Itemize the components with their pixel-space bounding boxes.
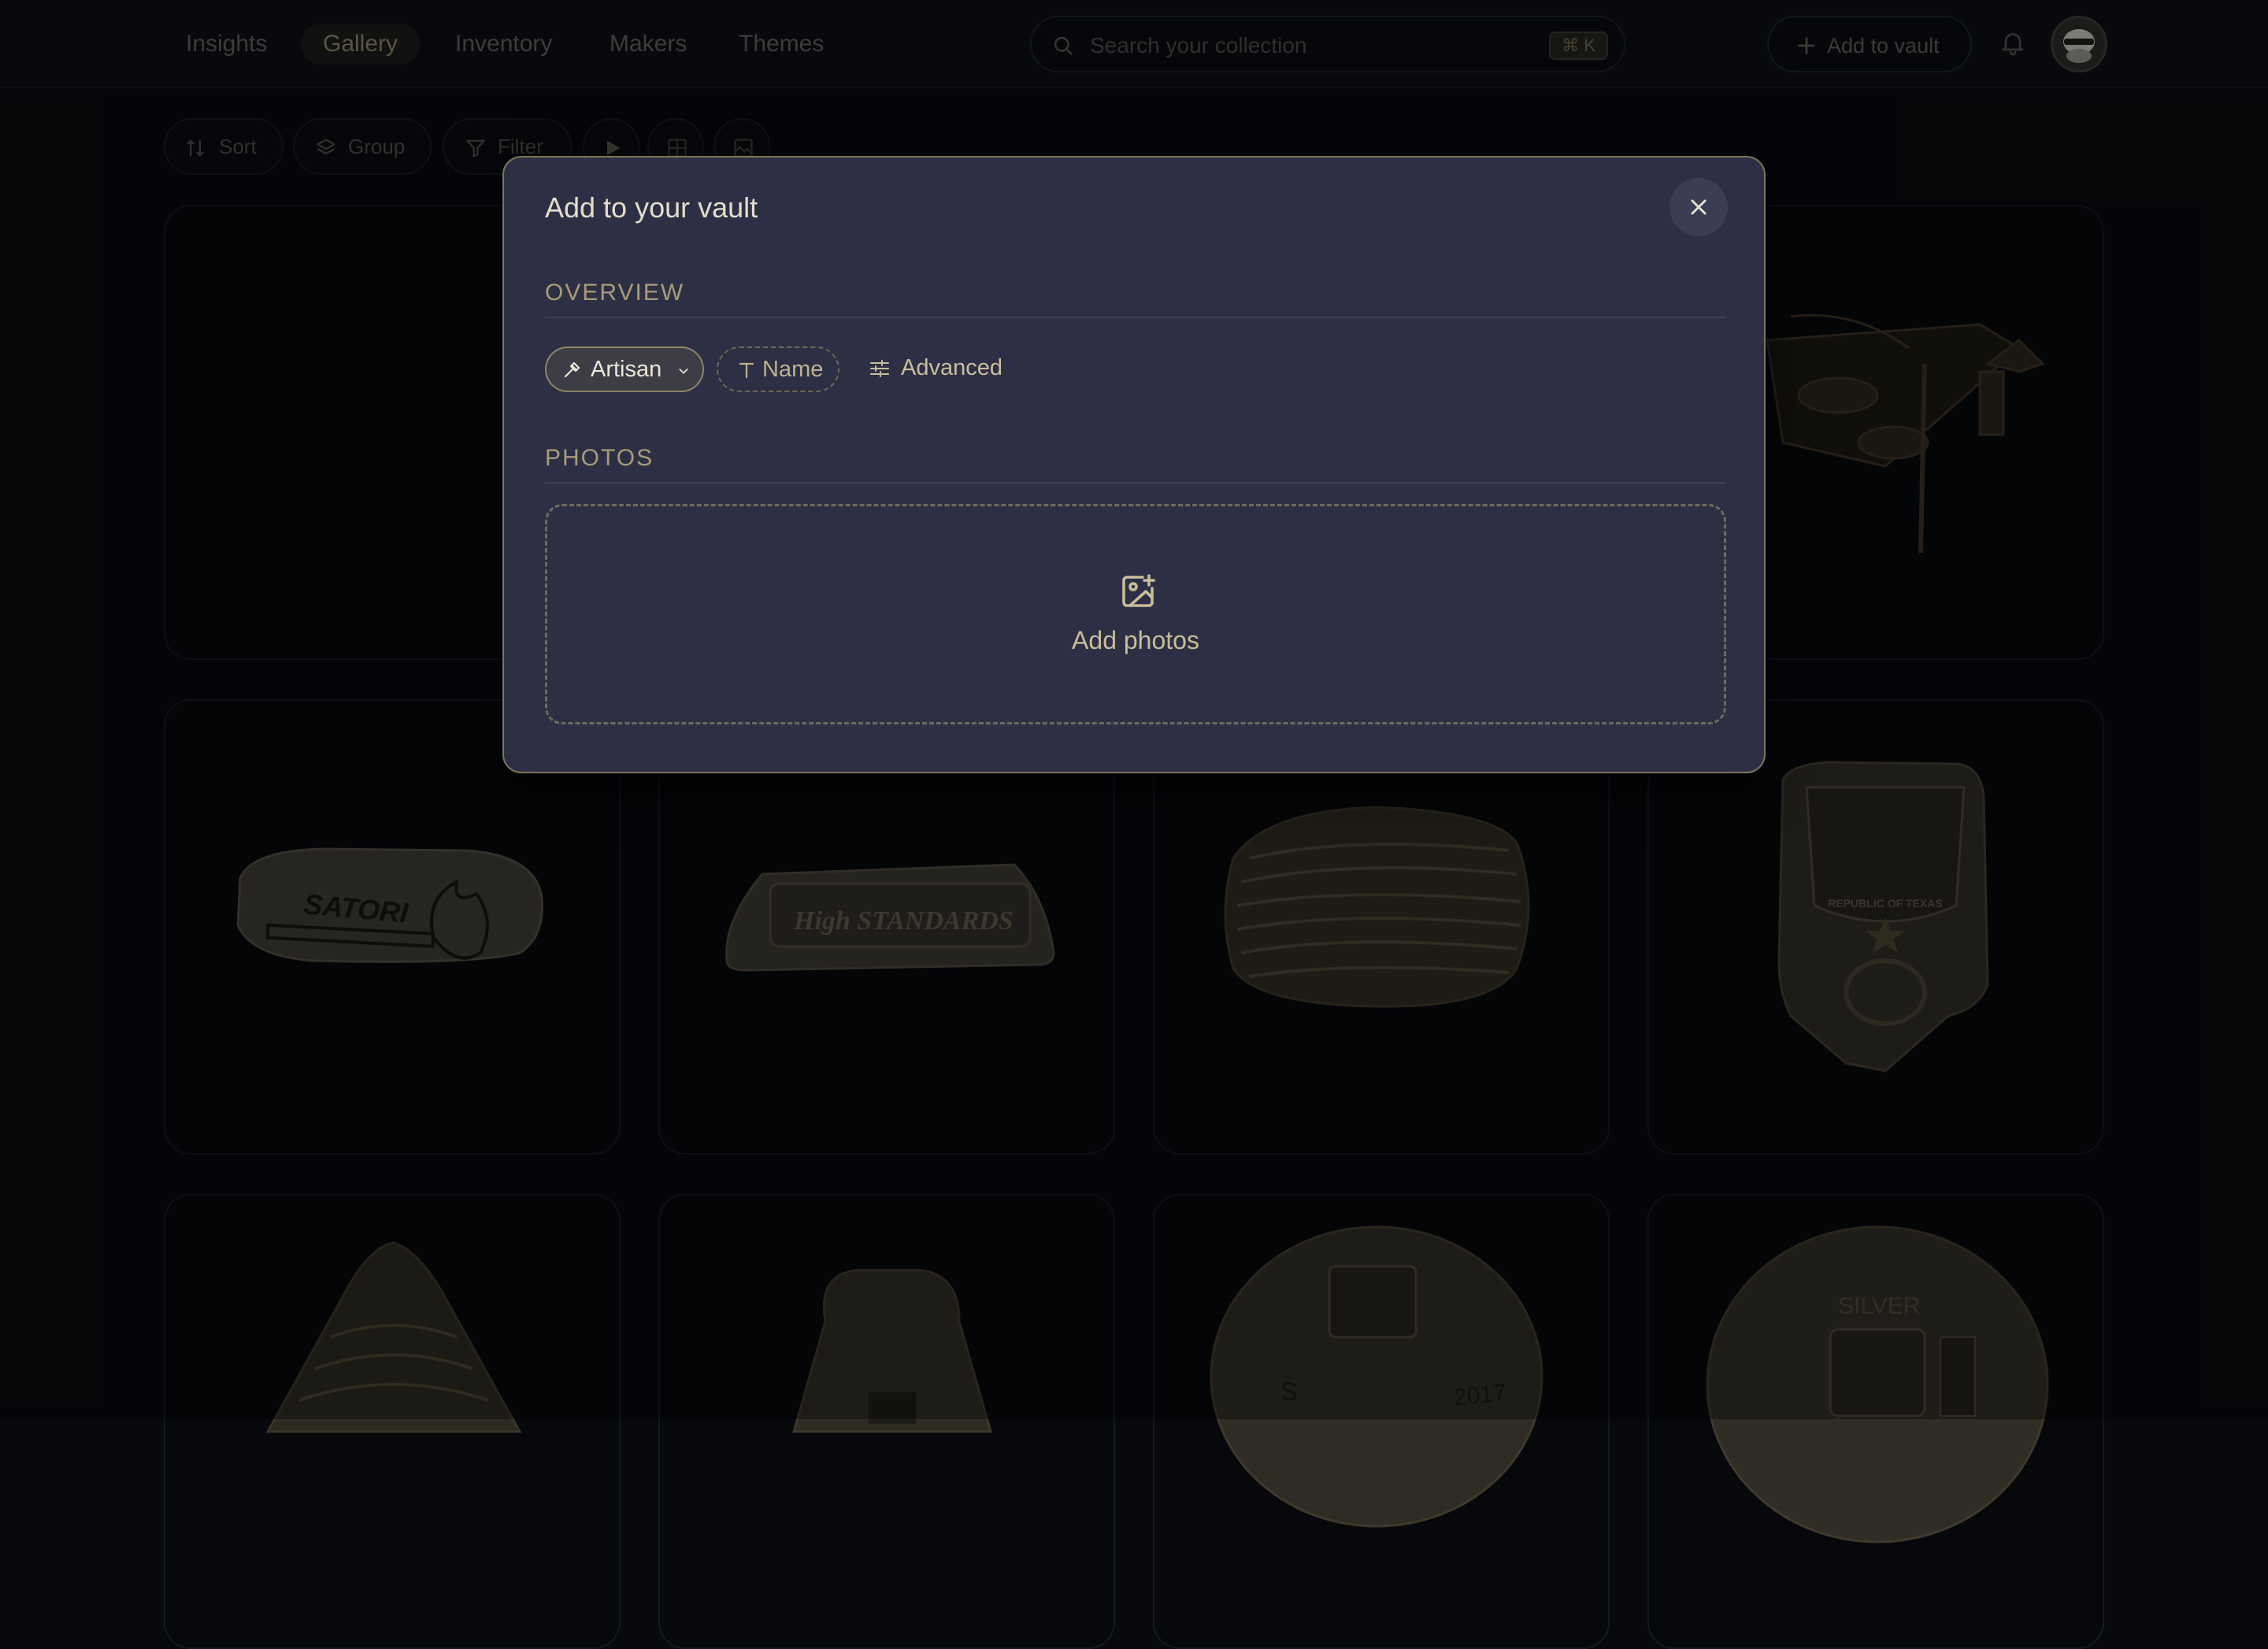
artisan-chip[interactable]: Artisan xyxy=(545,346,704,392)
photo-dropzone[interactable]: Add photos xyxy=(545,504,1726,724)
sliders-icon xyxy=(870,360,889,377)
close-icon xyxy=(1691,199,1707,215)
close-button[interactable] xyxy=(1670,178,1728,236)
hammer-icon xyxy=(564,361,580,378)
text-icon xyxy=(739,362,754,379)
add-to-vault-modal: Add to your vault OVERVIEW Artisan Name … xyxy=(502,156,1766,773)
photos-divider xyxy=(545,482,1726,484)
overview-divider xyxy=(545,317,1726,318)
artisan-chip-label: Artisan xyxy=(591,357,662,382)
app-root: Insights Gallery Inventory Makers Themes… xyxy=(0,0,2268,1649)
image-plus-icon xyxy=(1122,574,1155,607)
chevron-down-icon xyxy=(679,369,688,374)
modal-title: Add to your vault xyxy=(545,191,758,224)
name-chip-label: Name xyxy=(762,357,824,382)
advanced-label: Advanced xyxy=(901,355,1002,380)
photos-section-label: PHOTOS xyxy=(545,445,654,471)
add-photos-label: Add photos xyxy=(1072,626,1199,654)
name-chip[interactable]: Name xyxy=(717,346,839,392)
overview-section-label: OVERVIEW xyxy=(545,280,685,306)
